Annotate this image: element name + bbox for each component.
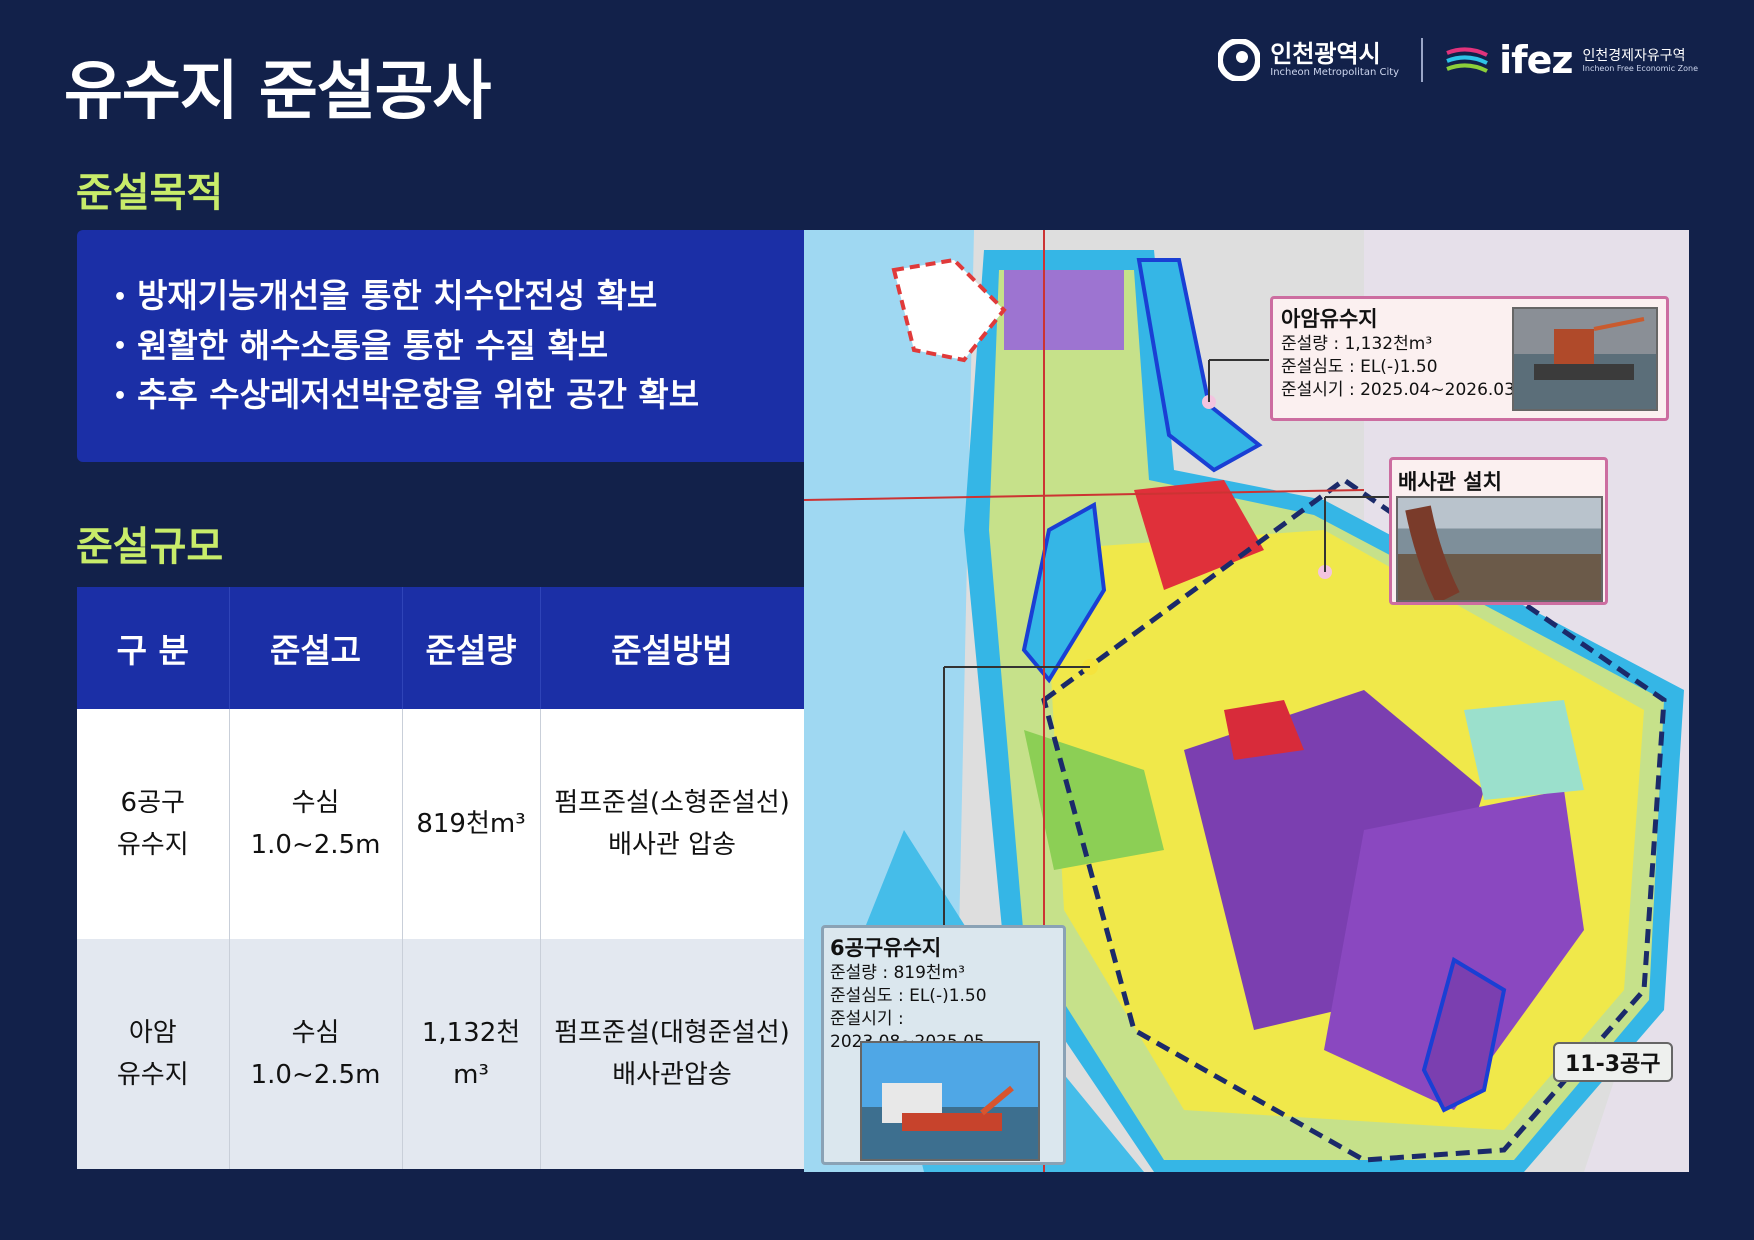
dredger-photo [1512,307,1658,411]
column-header: 구 분 [77,587,230,709]
pipe-title: 배사관 설치 [1398,470,1502,494]
purpose-item: 방재기능개선을 통한 치수안전성 확보 [113,272,768,322]
table-row: 아암유수지 수심 1.0~2.5m 1,132천m³ 펌프준설(대형준설선) 배사관… [77,939,805,1169]
pipe-photo [1396,496,1603,602]
scale-heading: 준설규모 [76,524,224,570]
ifez-logo: ifez 인천경제자유구역 Incheon Free Economic Zone [1445,38,1698,82]
incheon-name: 인천광역시 [1270,40,1381,68]
ifez-kr: 인천경제자유구역 [1582,47,1686,64]
purpose-heading: 준설목적 [76,170,224,216]
cell-line: 배사관압송 [612,1060,732,1090]
cell-height: 수심 1.0~2.5m [229,939,403,1169]
pipe-callout: 배사관 설치 [1389,457,1608,605]
cell-line: 펌프준설(소형준설선) [554,788,790,818]
cell-line: 수심 [291,1018,340,1048]
cell-line: 유수지 [116,1060,189,1090]
cell-line: 펌프준설(대형준설선) [554,1018,790,1048]
aam-period: 준설시기 : 2025.04~2026.03 [1281,380,1515,400]
incheon-en: Incheon Metropolitan City [1270,67,1400,78]
cell-name: 6공구유수지 [77,709,230,939]
cell-line: 6공구 [120,788,185,818]
column-header: 준설방법 [540,587,805,709]
excavator-photo [860,1041,1040,1161]
six-title: 6공구유수지 [830,936,942,960]
cell-line: 1.0~2.5m [250,1060,381,1090]
scale-table: 구 분 준설고 준설량 준설방법 6공구유수지 수심 1.0~2.5m 819천m… [77,587,805,1169]
purpose-box: 방재기능개선을 통한 치수안전성 확보 원활한 해수소통을 통한 수질 확보 추… [77,230,804,462]
table-row: 6공구유수지 수심 1.0~2.5m 819천m³ 펌프준설(소형준설선) 배사관 … [77,709,805,939]
cell-line: 배사관 압송 [608,830,736,860]
cell-line: 아암 [128,1018,177,1048]
purpose-item: 원활한 해수소통을 통한 수질 확보 [113,322,768,372]
logo-divider [1421,38,1424,82]
zone-11-3-label: 11-3공구 [1553,1042,1673,1082]
aam-reservoir-callout: 아암유수지 준설량 : 1,132천m³ 준설심도 : EL(-)1.50 준설… [1270,296,1669,421]
aam-title: 아암유수지 [1281,307,1378,331]
six-reservoir-callout: 6공구유수지 준설량 : 819천m³ 준설심도 : EL(-)1.50 준설시… [821,925,1066,1165]
site-map: 아암유수지 준설량 : 1,132천m³ 준설심도 : EL(-)1.50 준설… [804,230,1689,1172]
six-depth: 준설심도 : EL(-)1.50 [830,986,987,1006]
cell-volume: 819천m³ [402,709,541,939]
cell-line: 수심 [291,788,340,818]
ifez-swoosh-icon [1446,47,1488,73]
incheon-logo: 인천광역시 Incheon Metropolitan City [1218,39,1399,81]
incheon-emblem-icon [1218,39,1261,81]
six-volume: 준설량 : 819천m³ [830,963,965,983]
cell-volume: 1,132천m³ [402,939,541,1169]
purpose-item: 추후 수상레저선박운항을 위한 공간 확보 [113,371,768,421]
aam-depth: 준설심도 : EL(-)1.50 [1281,357,1438,377]
cell-height: 수심 1.0~2.5m [229,709,403,939]
cell-method: 펌프준설(대형준설선) 배사관압송 [540,939,805,1169]
column-header: 준설고 [229,587,403,709]
cell-method: 펌프준설(소형준설선) 배사관 압송 [540,709,805,939]
cell-line: 1.0~2.5m [250,830,381,860]
cell-name: 아암유수지 [77,939,230,1169]
cell-line: 유수지 [116,830,189,860]
page-title: 유수지 준설공사 [64,55,491,129]
ifez-wordmark: ifez [1499,38,1573,82]
ifez-en: Incheon Free Economic Zone [1582,63,1698,73]
column-header: 준설량 [402,587,541,709]
logo-area: 인천광역시 Incheon Metropolitan City ifez 인천경… [1218,38,1698,82]
aam-volume: 준설량 : 1,132천m³ [1281,334,1433,354]
